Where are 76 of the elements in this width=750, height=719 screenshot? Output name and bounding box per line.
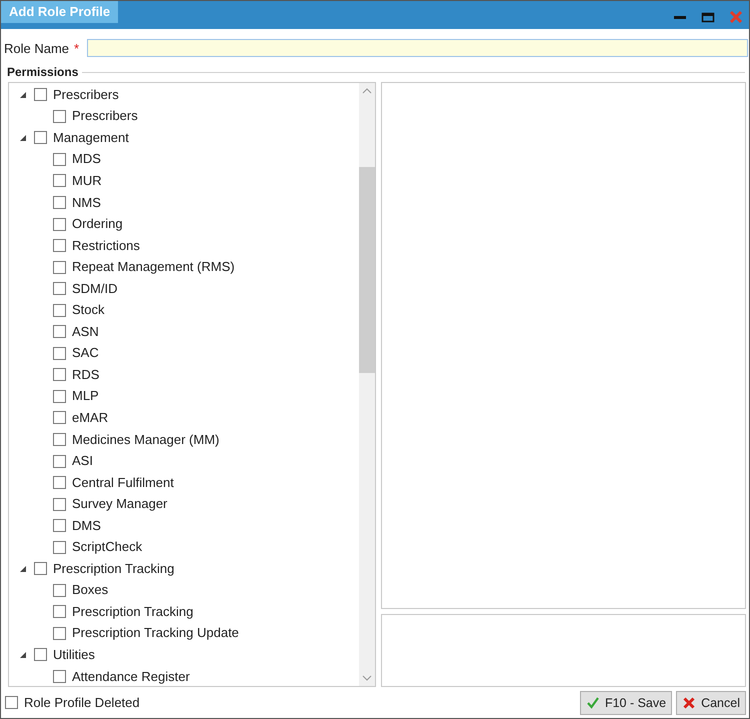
expanded-arrow-icon[interactable] — [19, 564, 27, 573]
checkbox[interactable] — [53, 540, 66, 554]
checkbox[interactable] — [53, 454, 66, 468]
scroll-up-icon[interactable] — [362, 87, 372, 95]
tree-item-label[interactable]: Medicines Manager (MM) — [72, 432, 220, 447]
window-title: Add Role Profile — [1, 1, 118, 23]
maximize-icon[interactable] — [701, 10, 715, 24]
tree-item-label[interactable]: MLP — [72, 389, 99, 404]
tree-item-label[interactable]: RDS — [72, 368, 100, 382]
tree-item-label[interactable]: Stock — [72, 303, 105, 318]
checkbox[interactable] — [53, 282, 66, 296]
checkbox[interactable] — [34, 648, 47, 662]
checkbox[interactable] — [53, 239, 66, 252]
tree-item-label[interactable]: Central Fulfilment — [72, 476, 174, 490]
tree-item-label[interactable]: Prescribers — [72, 109, 138, 124]
checkbox[interactable] — [53, 110, 66, 123]
checkbox[interactable] — [53, 626, 66, 640]
tree-item-label[interactable]: Boxes — [72, 583, 108, 598]
tree-item-label[interactable]: Management — [53, 130, 129, 145]
tree-item-label[interactable]: Survey Manager — [72, 497, 168, 512]
checkbox[interactable] — [53, 218, 66, 231]
checkbox[interactable] — [53, 196, 66, 209]
checkbox[interactable] — [53, 368, 66, 382]
tree-item-label[interactable]: Prescription Tracking — [72, 604, 194, 619]
checkbox[interactable] — [53, 325, 66, 338]
checkbox[interactable] — [53, 390, 66, 403]
tree-item-label[interactable]: ScriptCheck — [72, 540, 142, 554]
checkbox[interactable] — [53, 498, 66, 511]
checkbox[interactable] — [53, 411, 66, 424]
checkbox[interactable] — [34, 562, 47, 576]
expanded-arrow-icon[interactable] — [19, 90, 27, 99]
scrollbar[interactable] — [359, 83, 375, 686]
tree-item-label[interactable]: Restrictions — [72, 238, 140, 253]
save-button[interactable]: F10 - Save — [580, 690, 672, 714]
tree-item-label[interactable]: Prescribers — [53, 88, 119, 102]
checkbox[interactable] — [53, 433, 66, 446]
tree-item-label[interactable]: Prescription Tracking Update — [72, 626, 239, 640]
permissions-heading: Permissions — [7, 65, 78, 79]
checkbox[interactable] — [53, 152, 66, 166]
tree-item-label[interactable]: ASI — [72, 454, 93, 468]
check-icon — [586, 696, 600, 710]
required-mark: * — [74, 40, 80, 56]
checkbox[interactable] — [34, 131, 47, 144]
checkbox[interactable] — [53, 346, 66, 360]
tree-item-label[interactable]: DMS — [72, 518, 101, 533]
tree-item-label[interactable]: Prescription Tracking — [53, 562, 174, 576]
tree-item-label[interactable]: SDM/ID — [72, 282, 118, 296]
checkbox[interactable] — [53, 584, 66, 597]
tree-item-label[interactable]: Attendance Register — [72, 670, 190, 684]
expanded-arrow-icon[interactable] — [19, 650, 27, 659]
tree-item-label[interactable]: NMS — [72, 196, 101, 210]
tree-item-label[interactable]: SAC — [72, 346, 99, 360]
close-icon — [682, 696, 696, 710]
tree-item-label[interactable]: eMAR — [72, 410, 108, 425]
checkbox[interactable] — [5, 696, 18, 709]
deleted-label: Role Profile Deleted — [24, 695, 140, 710]
checkbox[interactable] — [53, 260, 66, 274]
checkbox[interactable] — [53, 670, 66, 684]
tree-item-label[interactable]: Utilities — [53, 648, 95, 662]
checkbox[interactable] — [53, 174, 66, 188]
scrollbar-thumb[interactable] — [359, 167, 375, 373]
checkbox[interactable] — [53, 476, 66, 490]
tree-item-label[interactable]: Repeat Management (RMS) — [72, 260, 235, 274]
tree-item-label[interactable]: Ordering — [72, 217, 123, 232]
checkbox[interactable] — [53, 519, 66, 532]
tree-item-label[interactable]: MUR — [72, 174, 102, 188]
role-name-field[interactable] — [87, 39, 748, 57]
checkbox[interactable] — [53, 304, 66, 317]
role-name-label: Role Name — [4, 40, 70, 56]
checkbox[interactable] — [53, 605, 66, 618]
expanded-arrow-icon[interactable] — [19, 134, 27, 142]
tree-item-label[interactable]: ASN — [72, 324, 99, 339]
tree-item-label[interactable]: MDS — [72, 152, 101, 166]
scroll-down-icon[interactable] — [362, 674, 372, 682]
checkbox[interactable] — [34, 88, 47, 102]
cancel-button[interactable]: Cancel — [676, 690, 746, 714]
